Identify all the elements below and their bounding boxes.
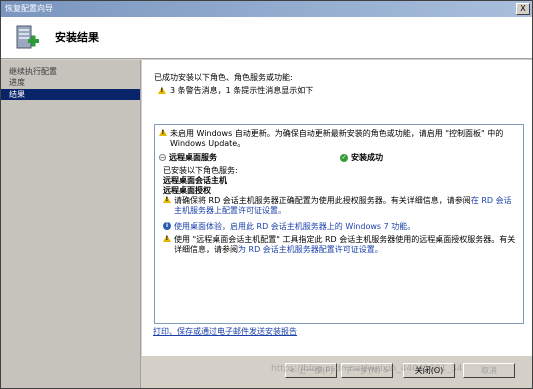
auto-update-warning: 未启用 Windows 自动更新。为确保自动更新最新安装的角色或功能，请启用 "…: [159, 129, 519, 149]
results-panel: 已成功安装以下角色、角色服务或功能: 3 条警告消息，1 条提示性消息显示如下 …: [142, 60, 532, 356]
success-icon: ✓: [340, 153, 348, 162]
sidebar-item-progress[interactable]: 进度: [1, 77, 140, 88]
summary: 已成功安装以下角色、角色服务或功能: 3 条警告消息，1 条提示性消息显示如下: [154, 72, 524, 96]
wizard-sidebar: 继续执行配置 进度 结果: [1, 60, 141, 388]
licensing-warning: 请确保将 RD 会话主机服务器正确配置为使用此授权服务器。有关详细信息，请参阅在…: [163, 196, 518, 216]
cancel-button[interactable]: 取消: [463, 363, 515, 378]
licensing-warning-text: 请确保将 RD 会话主机服务器正确配置为使用此授权服务器。有关详细信息，请参阅: [174, 196, 471, 205]
installed-service: 远程桌面授权: [163, 186, 211, 195]
install-status-text: 安装成功: [351, 153, 383, 162]
window-title: 恢复配置向导: [5, 4, 53, 13]
close-button[interactable]: 关闭(O): [403, 363, 455, 378]
warning-summary: 3 条警告消息，1 条提示性消息显示如下: [154, 84, 524, 96]
warning-icon: [163, 235, 171, 242]
desktop-experience-link[interactable]: 使用桌面体验，启用此 RD 会话主机服务器上的 Windows 7 功能。: [174, 222, 415, 232]
config-tool-warning: 使用 "远程桌面会话主机配置" 工具指定此 RD 会话主机服务器使用的远程桌面授…: [163, 235, 518, 255]
title-bar[interactable]: 恢复配置向导 X: [1, 1, 532, 17]
sidebar-item-continue-config[interactable]: 继续执行配置: [1, 66, 140, 77]
print-report-link[interactable]: 打印、保存或通过电子邮件发送安装报告: [153, 326, 297, 337]
close-window-button[interactable]: X: [516, 3, 530, 15]
auto-update-warning-text: 未启用 Windows 自动更新。为确保自动更新最新安装的角色或功能，请启用 "…: [170, 129, 504, 148]
warning-icon: [159, 129, 167, 136]
server-install-icon: [16, 25, 39, 49]
license-config-link[interactable]: 为 RD 会话主机服务器配置许可证设置。: [238, 245, 383, 254]
results-list[interactable]: 未启用 Windows 自动更新。为确保自动更新最新安装的角色或功能，请启用 "…: [154, 124, 524, 324]
desktop-experience-info: i 使用桌面体验，启用此 RD 会话主机服务器上的 Windows 7 功能。: [163, 222, 518, 232]
sidebar-item-results[interactable]: 结果: [1, 89, 140, 100]
summary-line: 已成功安装以下角色、角色服务或功能:: [154, 73, 293, 82]
next-button[interactable]: 下一步(N) >: [341, 363, 393, 378]
previous-button[interactable]: < 上一步(P): [285, 363, 337, 378]
install-status: ✓ 安装成功: [340, 152, 383, 163]
collapse-icon[interactable]: −: [159, 154, 166, 161]
info-icon: i: [163, 222, 171, 230]
section-title: 远程桌面服务: [169, 153, 217, 162]
warning-icon: [163, 196, 171, 203]
page-title: 安装结果: [55, 31, 99, 44]
wizard-header: 安装结果: [1, 17, 532, 59]
section-remote-desktop[interactable]: − 远程桌面服务: [159, 152, 217, 163]
wizard-window: 恢复配置向导 X 安装结果 继续执行配置 进度 结果 已成功安装以下角色、角色服…: [0, 0, 533, 389]
warning-summary-text: 3 条警告消息，1 条提示性消息显示如下: [170, 85, 314, 95]
warning-icon: [158, 86, 166, 94]
